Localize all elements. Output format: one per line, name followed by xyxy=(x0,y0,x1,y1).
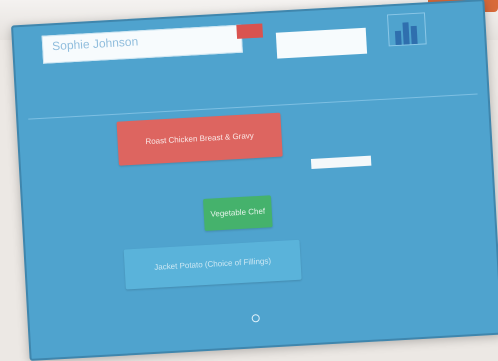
main-note xyxy=(309,117,379,121)
brand-icon xyxy=(251,314,260,323)
logo-bar xyxy=(394,30,402,46)
info-line-1 xyxy=(279,31,363,36)
kiosk-screen: Sophie Johnson Roast Chicken Breast & Gr… xyxy=(10,0,498,361)
main-meal-button[interactable]: Roast Chicken Breast & Gravy xyxy=(116,112,283,166)
school-logo xyxy=(386,12,427,47)
side-note xyxy=(313,183,423,189)
main-subtitle xyxy=(208,173,278,177)
logo-bar xyxy=(402,22,410,45)
small-red-button[interactable] xyxy=(236,23,264,39)
info-line-3 xyxy=(279,31,363,36)
info-box xyxy=(275,27,368,59)
logo-bar xyxy=(410,25,418,45)
info-line-2 xyxy=(279,31,363,36)
potato-option-button[interactable]: Jacket Potato (Choice of Fillings) xyxy=(123,239,302,290)
side-option-button[interactable]: Vegetable Chef xyxy=(202,195,273,231)
potato-note xyxy=(321,232,431,238)
footer-brand xyxy=(251,314,262,323)
info-pill[interactable] xyxy=(310,155,372,169)
